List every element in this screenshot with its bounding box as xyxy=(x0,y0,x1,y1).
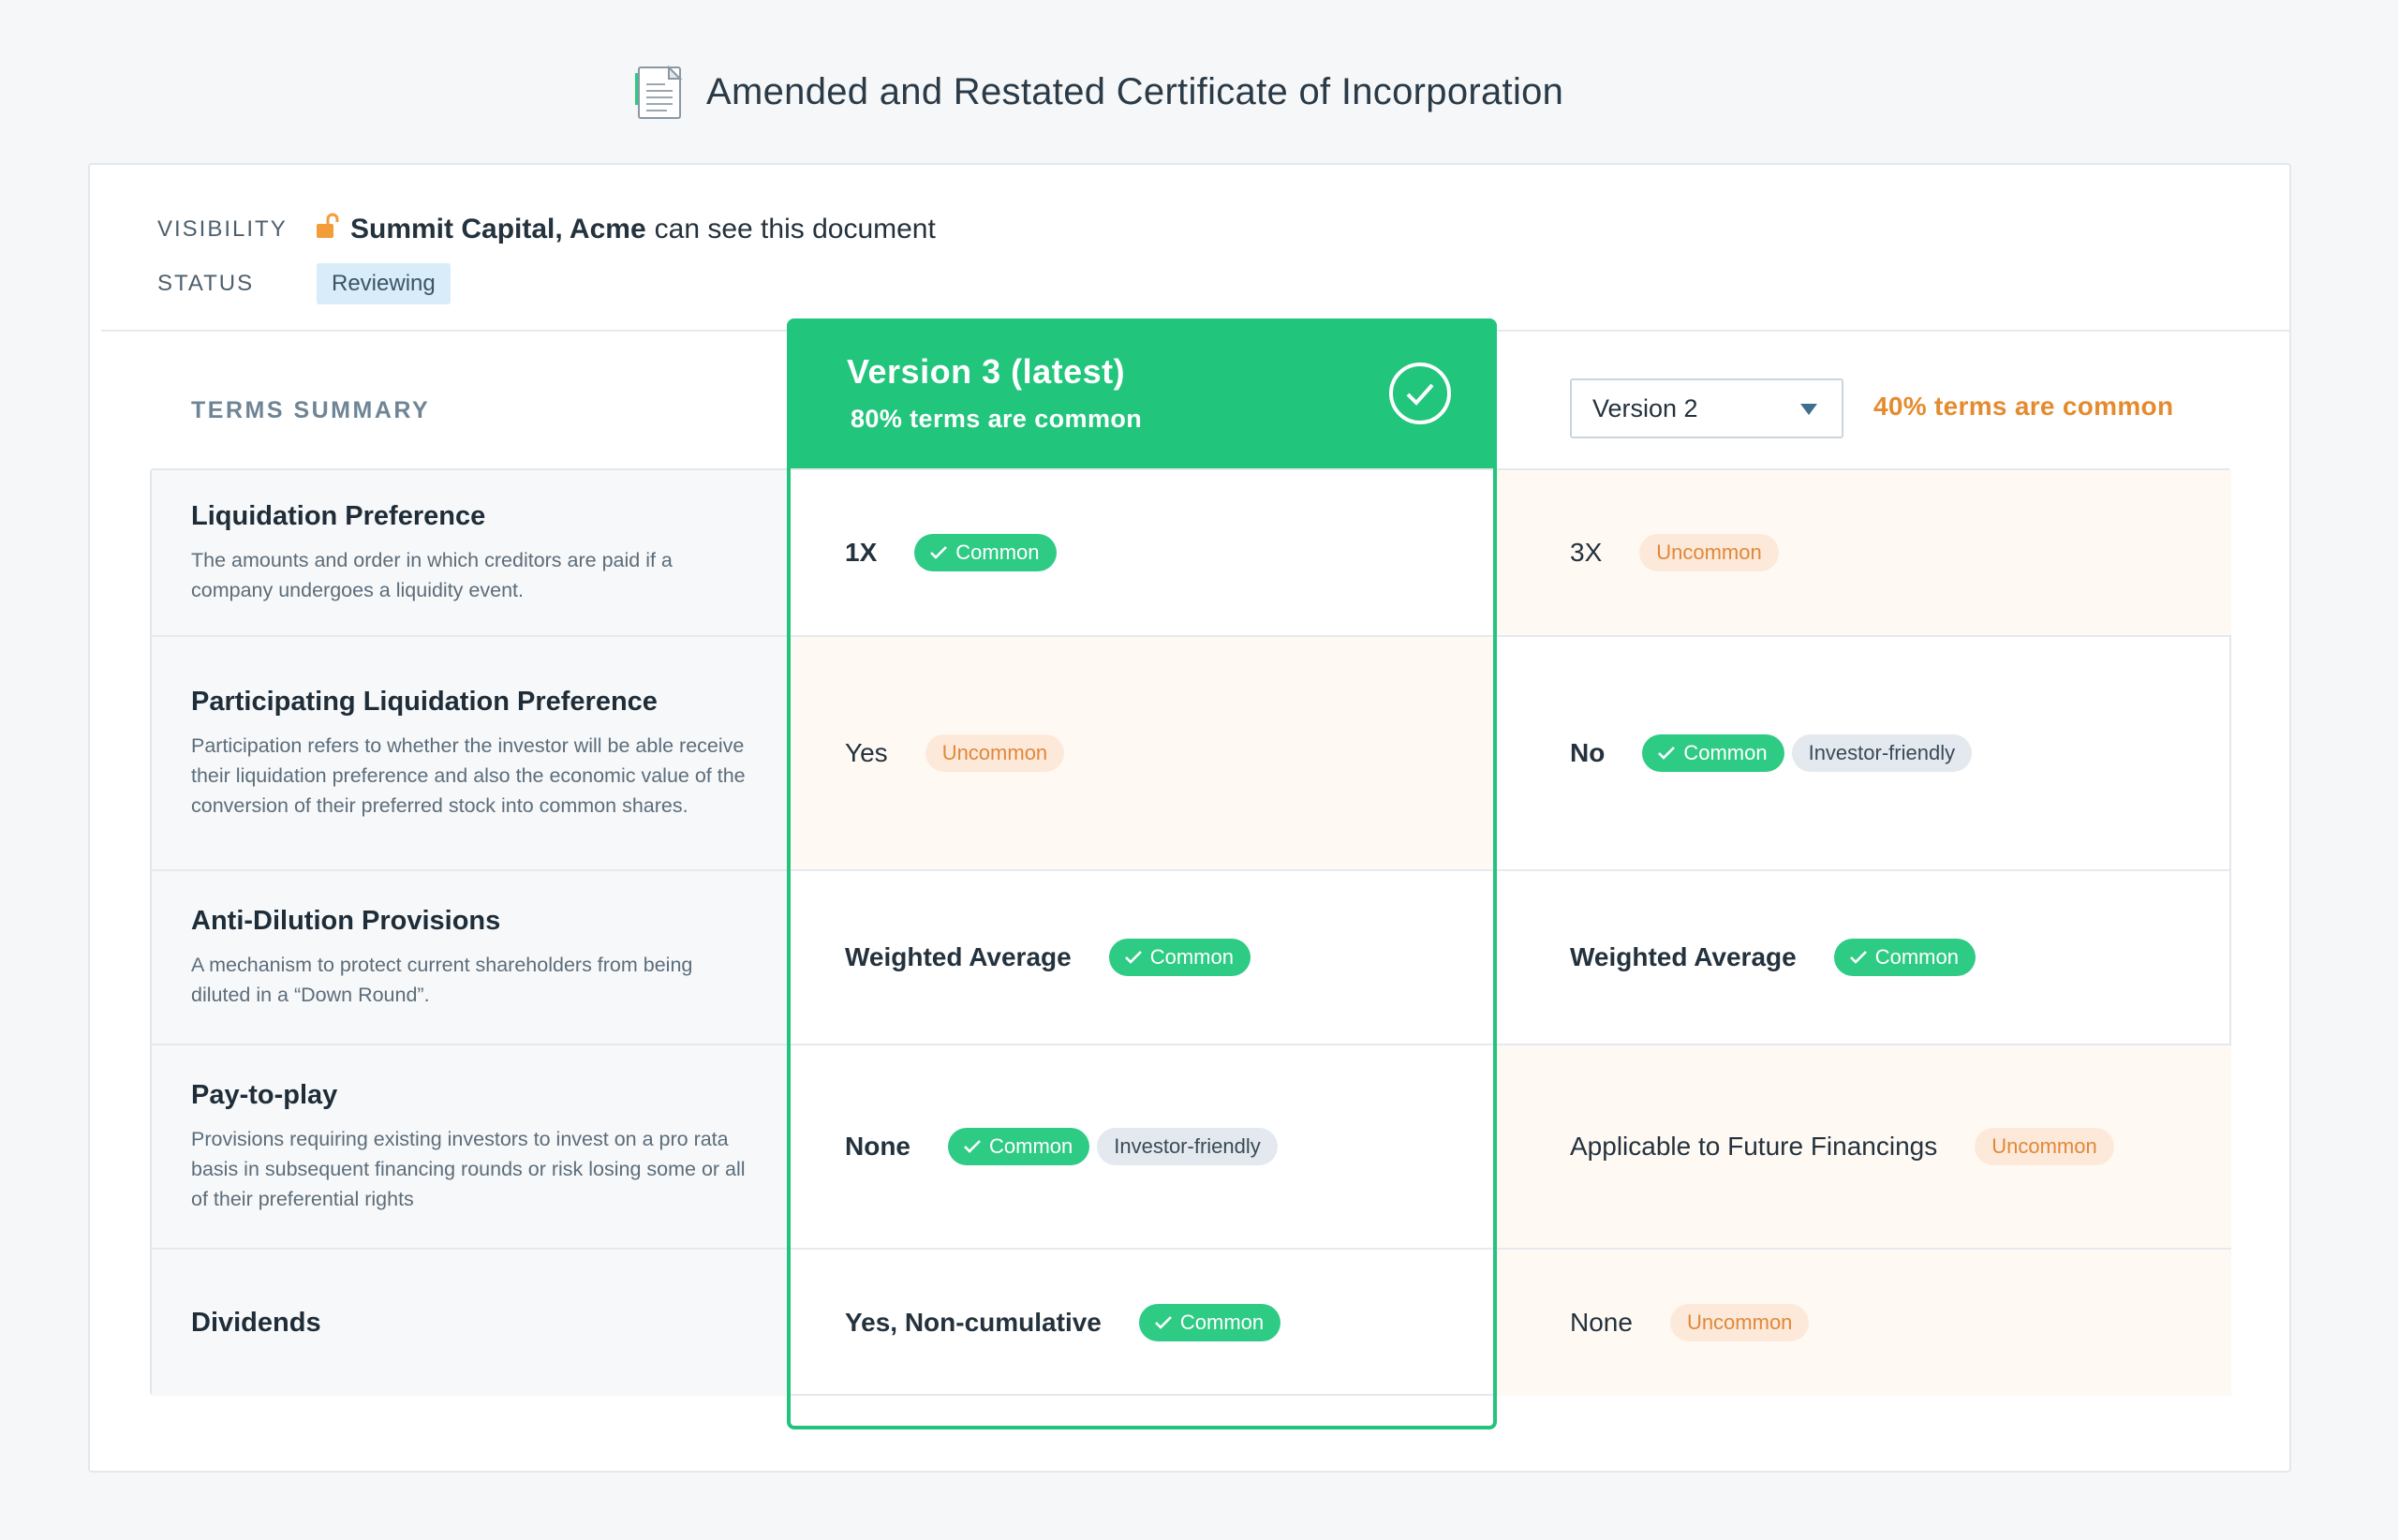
investor-friendly-badge: Investor-friendly xyxy=(1791,734,1973,772)
term-value: None xyxy=(1570,1308,1633,1337)
visibility-suffix: can see this document xyxy=(654,214,936,244)
term-value: Weighted Average xyxy=(1570,942,1797,971)
check-icon xyxy=(1849,951,1867,964)
table-row: Pay-to-play Provisions requiring existin… xyxy=(152,1044,2231,1248)
check-icon xyxy=(1154,1316,1172,1329)
check-icon xyxy=(1658,747,1676,760)
term-value: Yes, Non-cumulative xyxy=(845,1308,1102,1337)
check-circle-icon xyxy=(1389,363,1451,424)
table-row: Participating Liquidation Preference Par… xyxy=(152,635,2229,869)
term-description: Participation refers to whether the inve… xyxy=(191,733,746,817)
term-description-cell: Pay-to-play Provisions requiring existin… xyxy=(152,1045,789,1248)
common-badge: Common xyxy=(948,1128,1090,1165)
term-value: 1X xyxy=(845,538,878,567)
status-badge: Reviewing xyxy=(317,263,451,304)
page: Amended and Restated Certificate of Inco… xyxy=(0,0,2398,1540)
visibility-row: VISIBILITY Summit Capital, Acme can see … xyxy=(157,202,936,257)
version2-value-cell: Applicable to Future Financings Uncommon xyxy=(1495,1045,2231,1248)
document-header: Amended and Restated Certificate of Inco… xyxy=(633,58,1563,126)
terms-table: Liquidation Preference The amounts and o… xyxy=(150,468,2231,1396)
version3-value-cell: Weighted Average Common xyxy=(789,871,1495,1044)
term-value: Yes xyxy=(845,738,888,767)
term-description: A mechanism to protect current sharehold… xyxy=(191,953,693,1006)
term-value: 3X xyxy=(1570,538,1603,567)
uncommon-badge: Uncommon xyxy=(925,734,1065,772)
document-meta: VISIBILITY Summit Capital, Acme can see … xyxy=(157,202,936,311)
investor-friendly-badge: Investor-friendly xyxy=(1097,1128,1278,1165)
uncommon-badge: Uncommon xyxy=(1975,1128,2114,1165)
common-badge: Common xyxy=(1642,734,1784,772)
visibility-names: Summit Capital, Acme xyxy=(350,214,646,244)
term-title: Dividends xyxy=(191,1307,321,1338)
common-badge: Common xyxy=(1833,939,1976,976)
uncommon-badge: Uncommon xyxy=(1669,1304,1810,1341)
version3-value-cell: Yes Uncommon xyxy=(789,637,1495,869)
version2-value-cell: Weighted Average Common xyxy=(1495,871,2231,1044)
visibility-label: VISIBILITY xyxy=(157,216,288,242)
term-value: None xyxy=(845,1132,910,1161)
term-value: No xyxy=(1570,738,1606,767)
version3-title: Version 3 (latest) xyxy=(847,352,1126,391)
version-select-value: Version 2 xyxy=(1592,393,1698,422)
visibility-text[interactable]: Summit Capital, Acme can see this docume… xyxy=(317,212,936,245)
check-icon xyxy=(964,1140,981,1153)
term-description: The amounts and order in which creditors… xyxy=(191,548,673,601)
term-description-cell: Dividends xyxy=(152,1250,789,1396)
term-description: Provisions requiring existing investors … xyxy=(191,1127,746,1210)
version2-value-cell: No Common Investor-friendly xyxy=(1495,637,2231,869)
version3-value-cell: Yes, Non-cumulative Common xyxy=(789,1250,1495,1396)
check-icon xyxy=(930,546,948,559)
table-row: Liquidation Preference The amounts and o… xyxy=(152,470,2231,635)
page-title: Amended and Restated Certificate of Inco… xyxy=(706,70,1564,112)
version2-value-cell: None Uncommon xyxy=(1495,1250,2231,1396)
version2-summary: 40% terms are common xyxy=(1873,392,2174,421)
common-badge: Common xyxy=(1108,939,1251,976)
common-badge: Common xyxy=(914,534,1057,571)
term-title: Anti-Dilution Provisions xyxy=(191,905,501,936)
table-row: Anti-Dilution Provisions A mechanism to … xyxy=(152,869,2229,1044)
term-description-cell: Liquidation Preference The amounts and o… xyxy=(152,470,789,635)
version2-value-cell: 3X Uncommon xyxy=(1495,470,2231,635)
version3-value-cell: None Common Investor-friendly xyxy=(789,1045,1495,1248)
version3-header[interactable]: Version 3 (latest) 80% terms are common xyxy=(787,318,1497,468)
term-title: Participating Liquidation Preference xyxy=(191,686,658,717)
check-icon xyxy=(1124,951,1142,964)
term-value: Applicable to Future Financings xyxy=(1570,1132,1938,1161)
version3-subtitle: 80% terms are common xyxy=(851,405,1143,433)
term-description-cell: Participating Liquidation Preference Par… xyxy=(152,637,789,869)
term-description-cell: Anti-Dilution Provisions A mechanism to … xyxy=(152,871,789,1044)
common-badge: Common xyxy=(1138,1304,1281,1341)
table-row: Dividends Yes, Non-cumulative Common Non… xyxy=(152,1248,2231,1396)
version-select[interactable]: Version 2 xyxy=(1570,378,1843,438)
document-icon xyxy=(633,64,686,120)
version3-value-cell: 1X Common xyxy=(789,470,1495,635)
term-title: Liquidation Preference xyxy=(191,500,486,531)
term-value: Weighted Average xyxy=(845,942,1072,971)
uncommon-badge: Uncommon xyxy=(1639,534,1779,571)
status-label: STATUS xyxy=(157,271,255,296)
term-title: Pay-to-play xyxy=(191,1079,338,1110)
unlock-icon xyxy=(317,212,339,240)
status-row: STATUS Reviewing xyxy=(157,257,936,311)
terms-summary-heading: TERMS SUMMARY xyxy=(191,397,431,423)
caret-down-icon xyxy=(1800,404,1817,415)
